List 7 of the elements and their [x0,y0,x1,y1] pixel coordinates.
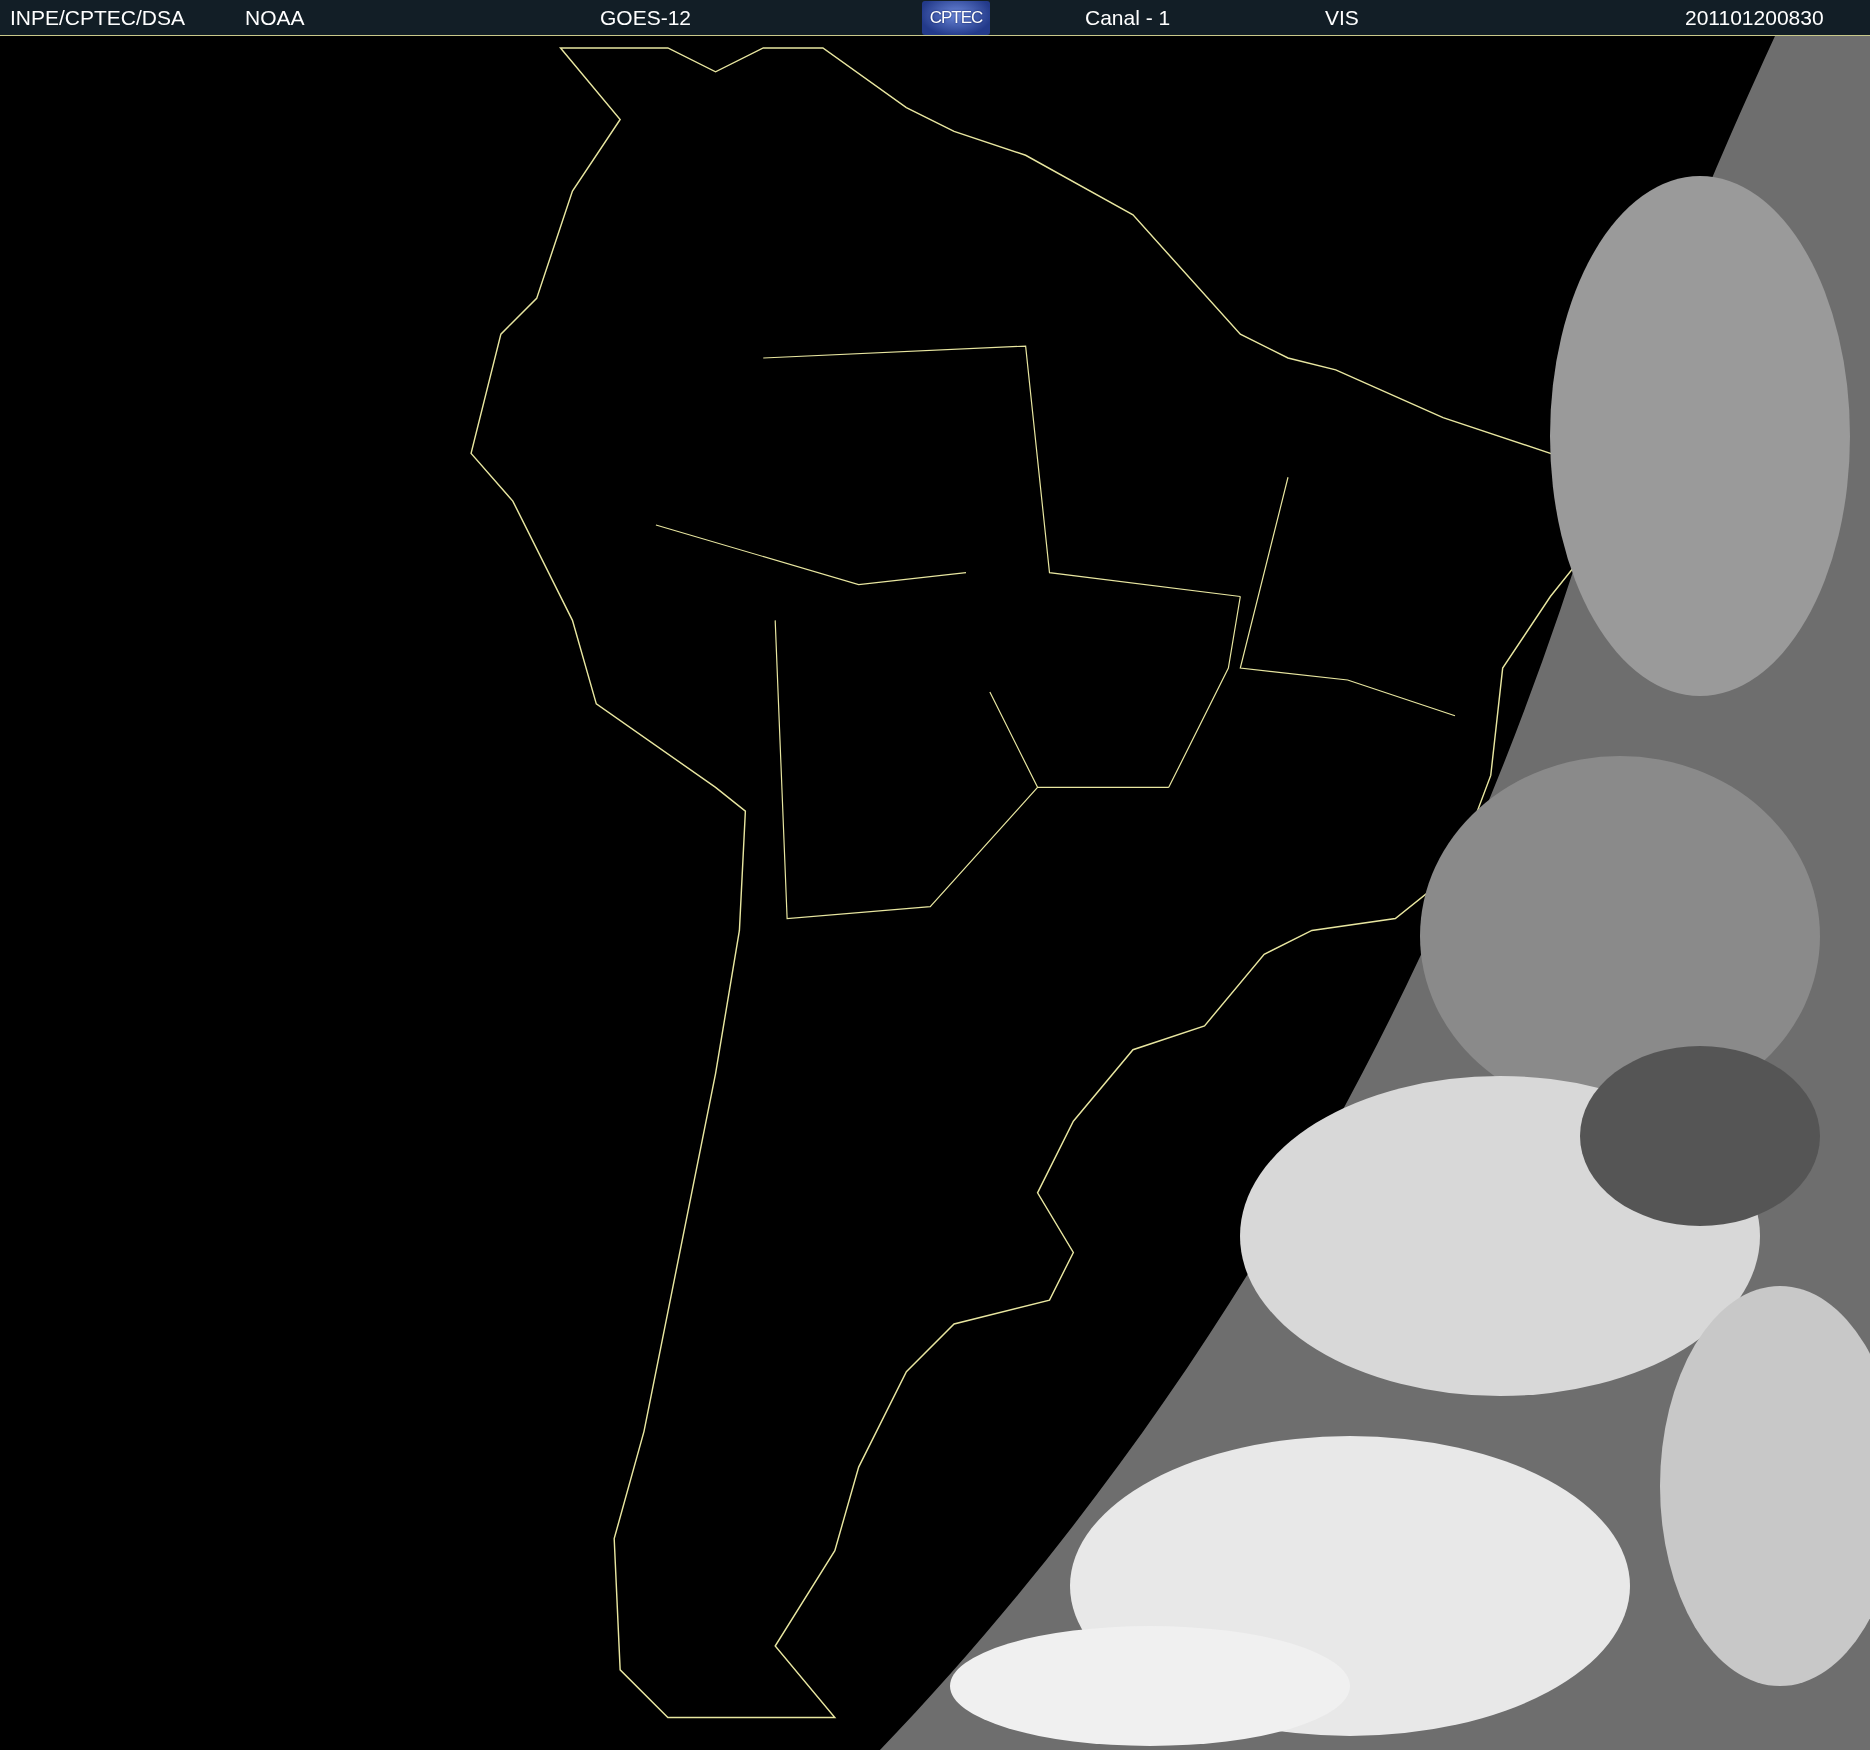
logo: CPTEC [922,0,990,35]
header-label: Canal - 1 [1085,5,1171,30]
header-label: VIS [1325,5,1359,30]
header-label: INPE/CPTEC/DSA [10,5,186,30]
header-label: GOES-12 [600,5,692,30]
header-label: 201101200830 [1685,5,1824,30]
header-label: NOAA [245,5,305,30]
